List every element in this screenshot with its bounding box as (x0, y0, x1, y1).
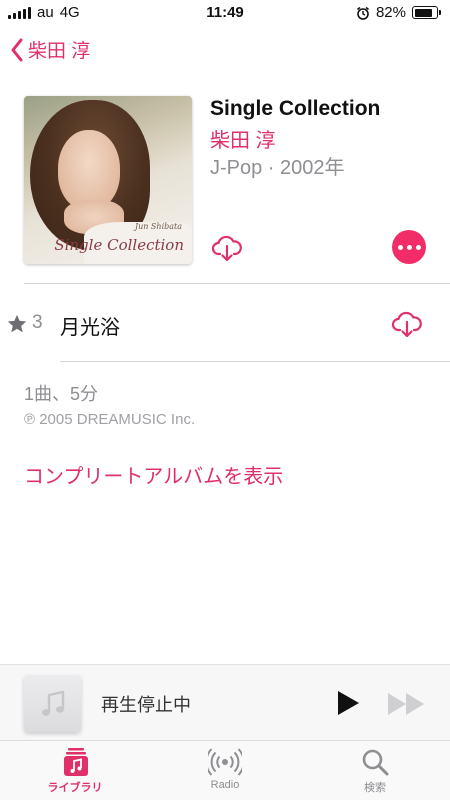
tab-library[interactable]: ライブラリ (25, 747, 125, 799)
star-icon (7, 314, 27, 333)
more-options-button[interactable] (392, 230, 426, 264)
battery-icon (412, 6, 441, 19)
mini-player[interactable]: 再生停止中 (0, 664, 450, 740)
tab-radio[interactable]: Radio (175, 747, 275, 799)
back-label: 柴田 淳 (28, 41, 91, 62)
battery-percent: 82% (375, 4, 406, 21)
tab-search[interactable]: 検索 (325, 747, 425, 799)
divider (24, 283, 450, 284)
artwork-artist-text: Jun Shibata (134, 222, 182, 231)
music-note-icon (41, 690, 64, 716)
tab-library-label: ライブラリ (47, 782, 103, 794)
tab-search-label: 検索 (364, 782, 386, 794)
album-title: Single Collection (210, 97, 381, 120)
download-track-icon[interactable] (391, 308, 423, 340)
chevron-left-icon (11, 38, 23, 61)
divider (60, 361, 450, 362)
more-dot-icon (397, 244, 403, 250)
track-number: 3 (32, 312, 43, 333)
search-icon (362, 749, 389, 776)
status-bar: au 4G 11:49 82% (0, 0, 450, 26)
show-complete-album-link[interactable]: コンプリートアルバムを表示 (24, 460, 283, 489)
album-genre-year: J-Pop · 2002年 (210, 157, 345, 179)
tab-bar: ライブラリ Radio 検索 (0, 740, 450, 800)
library-icon (64, 748, 88, 776)
more-dot-icon (406, 244, 412, 250)
fast-forward-icon[interactable] (386, 691, 426, 717)
mini-player-artwork (24, 675, 81, 732)
album-artwork: Jun Shibata Single Collection (24, 96, 192, 264)
copyright-text: ℗ 2005 DREAMUSIC Inc. (24, 411, 196, 428)
status-bar-right: 82% (356, 4, 441, 21)
more-dot-icon (415, 244, 421, 250)
alarm-icon (356, 6, 369, 20)
radio-icon (208, 748, 242, 776)
tab-radio-label: Radio (210, 779, 240, 791)
album-summary: 1曲、5分 (24, 384, 99, 404)
track-row[interactable]: 3 月光浴 (0, 296, 450, 352)
playback-status: 再生停止中 (101, 695, 191, 715)
download-album-icon[interactable] (211, 232, 243, 264)
play-icon[interactable] (335, 689, 361, 717)
artwork-face-shape (58, 130, 120, 210)
back-button[interactable]: 柴田 淳 (10, 36, 90, 63)
album-artist-link[interactable]: 柴田 淳 (210, 124, 276, 153)
artwork-title-text: Single Collection (54, 236, 184, 254)
battery-fill (414, 8, 432, 17)
track-title: 月光浴 (60, 317, 120, 339)
